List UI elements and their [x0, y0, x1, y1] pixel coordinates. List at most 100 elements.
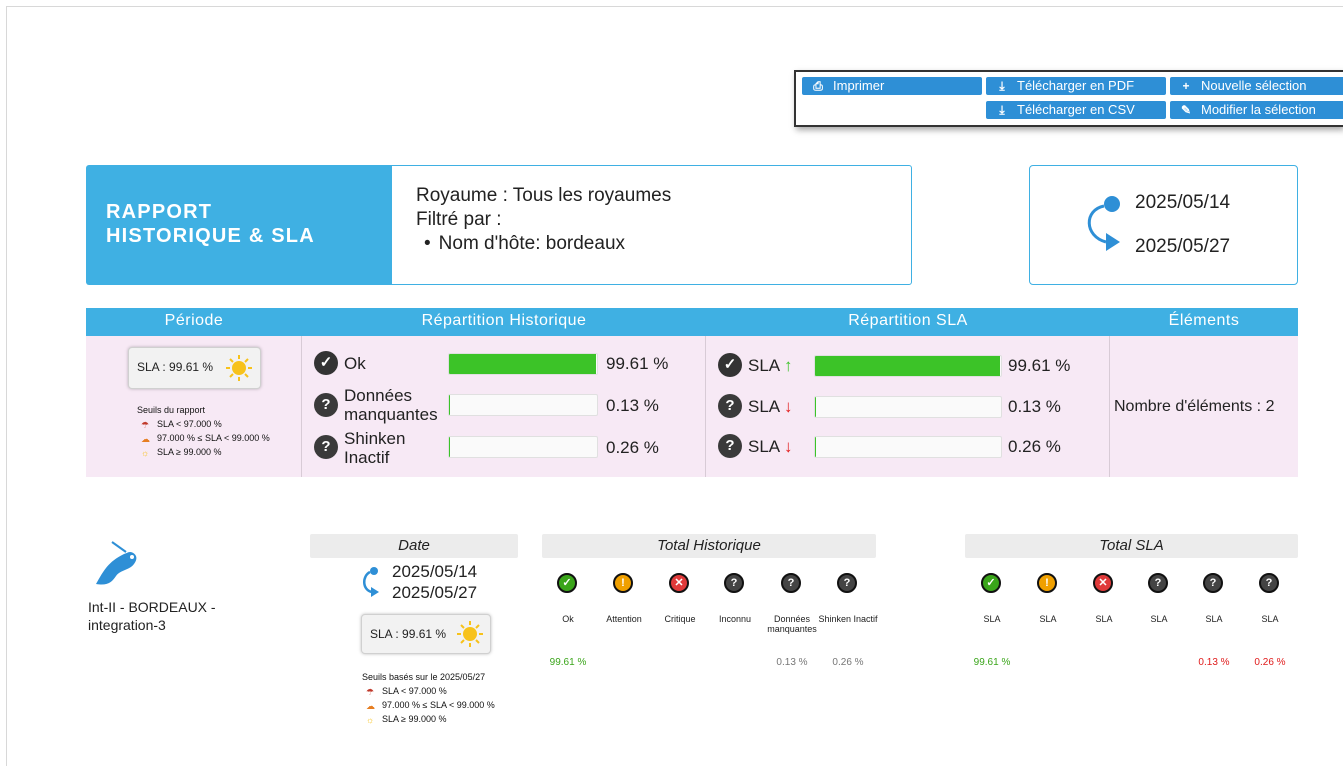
- hist-pct-ok: 99.61 %: [606, 354, 669, 373]
- column-label: SLA: [983, 614, 1001, 624]
- sla-pct-missing: 0.13 %: [1008, 397, 1061, 416]
- hist-bar-ok: [448, 353, 598, 375]
- printer-icon: ⎙: [813, 79, 823, 93]
- shinken-logo: [96, 541, 137, 585]
- threshold-text: 97.000 % ≤ SLA < 99.000 %: [382, 700, 495, 710]
- date-range-icon: [363, 567, 379, 597]
- column-value: 99.61 %: [549, 657, 587, 668]
- thresholds-title: Seuils du rapport: [137, 405, 206, 415]
- threshold-text: SLA ≥ 99.000 %: [382, 714, 447, 724]
- filter-item: Nom d'hôte: bordeaux: [416, 232, 911, 256]
- threshold-text: 97.000 % ≤ SLA < 99.000 %: [157, 433, 270, 443]
- sun-icon: ☼: [366, 715, 375, 725]
- header-elements: Éléments: [1168, 312, 1240, 329]
- hist-label-missing: Données manquantes: [344, 386, 438, 424]
- threshold-row: ☂ SLA < 97.000 %: [362, 684, 495, 698]
- missing-data-icon: ?: [1203, 573, 1223, 593]
- divider: [301, 336, 302, 477]
- sla-row: SLA ↑: [748, 356, 792, 375]
- unknown-icon: ?: [724, 573, 744, 593]
- warning-icon: !: [613, 573, 633, 593]
- threshold-row: ☂ SLA < 97.000 %: [137, 417, 270, 431]
- report-thresholds: Seuils du rapport ☂ SLA < 97.000 % ☁ 97.00…: [137, 403, 270, 459]
- date-end: 2025/05/27: [1135, 236, 1231, 257]
- hist-bar-inactive: [448, 436, 598, 458]
- sla-pct-inactive: 0.26 %: [1008, 437, 1061, 456]
- download-pdf-button[interactable]: ⤓ Télécharger en PDF: [986, 77, 1166, 95]
- sun-icon: [457, 621, 483, 647]
- column-label: Inconnu: [718, 614, 752, 624]
- arrow-down-icon: ↓: [783, 437, 793, 456]
- element-count: Nombre d'éléments : 2: [1114, 398, 1275, 415]
- ok-icon: ✓: [981, 573, 1001, 593]
- question-icon: ?: [314, 393, 338, 417]
- plus-icon: +: [1182, 79, 1190, 93]
- download-icon: ⤓: [999, 103, 1005, 117]
- threshold-text: SLA < 97.000 %: [157, 419, 222, 429]
- element-name-line1: Int-II - BORDEAUX -: [88, 599, 216, 615]
- column-value: 0.13 %: [776, 657, 808, 668]
- question-icon: ?: [718, 434, 742, 458]
- sla-label: SLA: [748, 356, 780, 375]
- column-value: 0.26 %: [1254, 657, 1286, 668]
- inactive-icon: ?: [837, 573, 857, 593]
- critical-icon: ✕: [669, 573, 689, 593]
- download-csv-button[interactable]: ⤓ Télécharger en CSV: [986, 101, 1166, 119]
- date-header: Date: [310, 534, 518, 558]
- storm-icon: ☂: [141, 420, 150, 430]
- sla-bar-inactive: [814, 436, 1002, 458]
- sla-value-box: SLA : 99.61 %: [128, 347, 261, 389]
- warning-icon: !: [1037, 573, 1057, 593]
- element-name-line2: integration-3: [88, 617, 166, 633]
- summary-body: SLA : 99.61 % Seuils du rapport ☂ SLA < 9…: [86, 336, 1298, 477]
- element-sla-box: SLA : 99.61 %: [361, 614, 491, 654]
- column-label: Attention: [606, 614, 642, 624]
- threshold-row: ☁ 97.000 % ≤ SLA < 99.000 %: [362, 698, 495, 712]
- threshold-row: ☼ SLA ≥ 99.000 %: [362, 712, 495, 726]
- bar-fill: [449, 354, 597, 374]
- hist-bar-missing: [448, 394, 598, 416]
- ok-icon: ✓: [557, 573, 577, 593]
- date-start: 2025/05/14: [1135, 192, 1231, 213]
- sla-label: SLA: [748, 437, 780, 456]
- hist-label-ok: Ok: [344, 354, 366, 373]
- column-label: SLA: [1261, 614, 1279, 624]
- column-value: 0.26 %: [832, 657, 864, 668]
- modify-selection-button[interactable]: ✎ Modifier la sélection: [1170, 101, 1343, 119]
- print-label: Imprimer: [833, 78, 885, 93]
- sla-pct-ok: 99.61 %: [1008, 356, 1071, 375]
- date-range-panel: 2025/05/14 2025/05/27: [1029, 165, 1298, 285]
- hist-pct-missing: 0.13 %: [606, 396, 659, 415]
- print-button[interactable]: ⎙ Imprimer: [802, 77, 982, 95]
- filter-panel: Royaume : Tous les royaumes Filtré par :…: [390, 165, 912, 285]
- new-selection-button[interactable]: + Nouvelle sélection: [1170, 77, 1343, 95]
- inactive-icon: ?: [1259, 573, 1279, 593]
- date-range-icon: [1087, 196, 1120, 251]
- header-period: Période: [164, 312, 224, 329]
- header-sla: Répartition SLA: [848, 312, 968, 329]
- new-selection-label: Nouvelle sélection: [1201, 78, 1307, 93]
- column-label: SLA: [1150, 614, 1168, 624]
- column-label: Données manquantes: [767, 614, 817, 634]
- storm-icon: ☂: [366, 687, 375, 697]
- arrow-up-icon: ↑: [783, 356, 793, 375]
- hist-pct-inactive: 0.26 %: [606, 438, 659, 457]
- download-icon: ⤓: [999, 79, 1005, 93]
- column-label: Critique: [664, 614, 696, 624]
- sla-row: SLA ↓: [748, 397, 792, 416]
- sla-bar-ok: [814, 355, 1002, 377]
- column-label: SLA: [1095, 614, 1113, 624]
- ok-check-icon: ✓: [718, 353, 742, 377]
- report-title-line2: HISTORIQUE & SLA: [106, 225, 315, 247]
- threshold-text: SLA < 97.000 %: [382, 686, 447, 696]
- ok-check-icon: ✓: [314, 351, 338, 375]
- missing-data-icon: ?: [781, 573, 801, 593]
- hist-label-inactive: Shinken Inactif: [344, 429, 406, 467]
- element-name[interactable]: Int-II - BORDEAUX - integration-3: [88, 598, 216, 634]
- realm-text: Royaume : Tous les royaumes: [416, 185, 672, 206]
- element-thresholds: Seuils basés sur le 2025/05/27 ☂ SLA < 97…: [362, 670, 495, 726]
- sla-value: SLA : 99.61 %: [137, 360, 214, 374]
- threshold-row: ☼ SLA ≥ 99.000 %: [137, 445, 270, 459]
- total-hist-header: Total Historique: [542, 534, 876, 558]
- header-hist: Répartition Historique: [421, 312, 587, 329]
